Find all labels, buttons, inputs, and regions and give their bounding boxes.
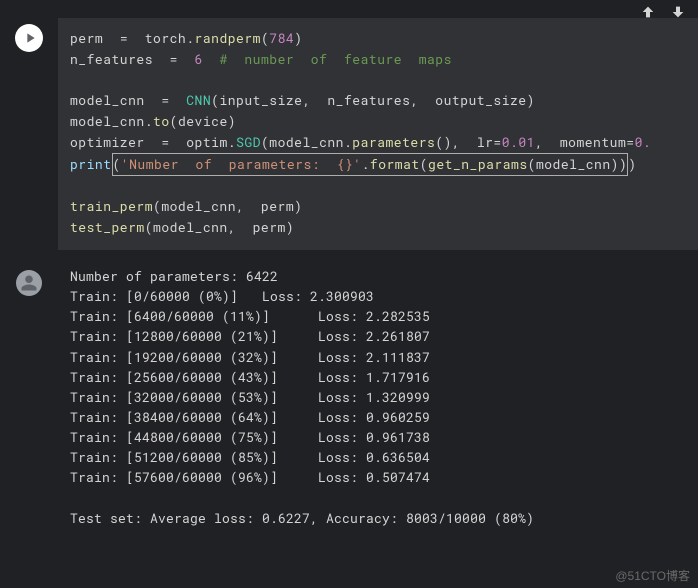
code-line: perm = torch.randperm(784): [70, 28, 686, 49]
code-gutter: [0, 18, 58, 52]
code-line: model_cnn = CNN(input_size, n_features, …: [70, 90, 686, 111]
code-line: n_features = 6 # number of feature maps: [70, 49, 686, 70]
move-down-icon[interactable]: [670, 4, 686, 24]
cell-toolbar: [640, 4, 686, 24]
code-line: test_perm(model_cnn, perm): [70, 217, 686, 238]
run-button[interactable]: [15, 24, 43, 52]
code-line: [70, 70, 686, 91]
move-up-icon[interactable]: [640, 4, 656, 24]
code-cell: perm = torch.randperm(784) n_features = …: [0, 0, 698, 250]
avatar-icon: [16, 270, 42, 296]
code-line: print('Number of parameters: {}'.format(…: [70, 153, 686, 176]
watermark: @51CTO博客: [615, 567, 690, 584]
code-editor[interactable]: perm = torch.randperm(784) n_features = …: [58, 18, 698, 250]
code-line: [70, 176, 686, 197]
output-gutter: [0, 264, 58, 296]
code-line: optimizer = optim.SGD(model_cnn.paramete…: [70, 132, 686, 153]
code-line: model_cnn.to(device): [70, 111, 686, 132]
output-text: Number of parameters: 6422 Train: [0/600…: [58, 264, 698, 536]
code-line: train_perm(model_cnn, perm): [70, 196, 686, 217]
output-cell: Number of parameters: 6422 Train: [0/600…: [0, 250, 698, 536]
